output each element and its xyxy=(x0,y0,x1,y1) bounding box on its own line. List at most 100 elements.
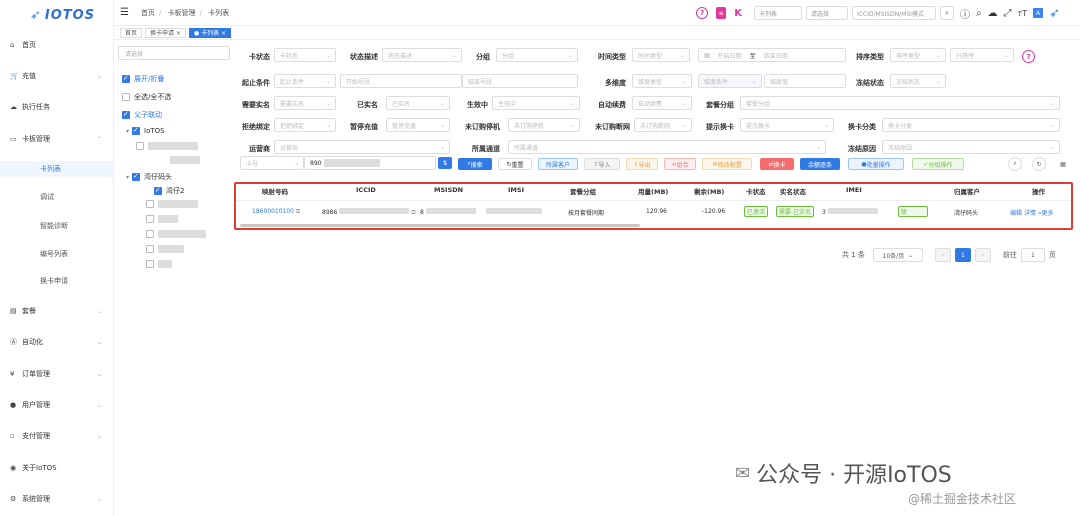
search-toggle-icon[interactable]: ⌕ xyxy=(1008,157,1022,171)
tree-node-2[interactable]: 湾仔2 xyxy=(154,186,184,196)
reset-button[interactable]: ↻ 重置 xyxy=(498,158,532,170)
col-remain[interactable]: 剩余(MB) xyxy=(694,186,724,196)
breadcrumb-item[interactable]: 卡板管理 xyxy=(168,9,196,17)
sort-button[interactable]: ⇅ xyxy=(438,157,452,169)
col-msisdn[interactable]: MSISDN xyxy=(434,186,463,194)
bind-select[interactable]: 拒绝绑定 ⌄ xyxy=(274,118,336,132)
freeze-reason-select[interactable]: 冻结原因 ⌄ xyxy=(882,140,1060,154)
col-group[interactable]: 套餐分组 xyxy=(570,186,596,196)
sort-order-select[interactable]: 升降序 ⌄ xyxy=(950,48,1014,62)
balance-button[interactable]: 余额逐条 xyxy=(800,158,840,170)
more-link[interactable]: 更多 xyxy=(1042,210,1054,217)
sidebar-sub-swap-apply[interactable]: 换卡申请 xyxy=(0,273,114,289)
start-cond-select[interactable]: 起止条件 ⌄ xyxy=(274,74,336,88)
modify-config-button[interactable]: ⚙ 修改配置 xyxy=(702,158,752,170)
prev-page-button[interactable]: ‹ xyxy=(934,248,951,262)
col-iccid[interactable]: ICCID xyxy=(356,186,376,194)
unsub-net-select[interactable]: 未订购断网 ⌄ xyxy=(634,118,692,132)
sidebar-item-payment[interactable]: ▫ 支付管理 ⌄ xyxy=(0,428,114,444)
col-imei[interactable]: IMEI xyxy=(846,186,862,194)
expand-collapse-checkbox[interactable]: 展开/折叠 xyxy=(122,74,164,84)
linkage-checkbox[interactable]: 父子联动 xyxy=(122,110,162,120)
question-icon[interactable]: ⓘ xyxy=(960,6,970,21)
tree-search-input[interactable]: 请选择 xyxy=(118,46,230,60)
select-all-checkbox[interactable]: 全选/全不选 xyxy=(122,92,171,102)
tree-node-blurred[interactable] xyxy=(146,215,178,223)
combine-button[interactable]: ⋖ 组合 xyxy=(664,158,696,170)
dim-cond-select[interactable]: 维度条件 ⌄ xyxy=(698,74,762,88)
document-icon[interactable]: ≡ xyxy=(716,7,727,19)
tree-node-blurred[interactable] xyxy=(146,245,184,253)
sidebar-item-card-mgmt[interactable]: ▭ 卡板管理 ⌃ xyxy=(0,131,114,147)
sidebar-item-package[interactable]: ▤ 套餐 ⌄ xyxy=(0,303,114,319)
refresh-icon[interactable]: ↻ xyxy=(1032,157,1046,171)
cloud-download-icon[interactable]: ☁ xyxy=(988,8,998,19)
list-select[interactable]: 卡列表 xyxy=(753,6,802,20)
realname-req-select[interactable]: 需要实名 ⌄ xyxy=(274,96,336,110)
swap-type-select[interactable]: 换卡分类 ⌄ xyxy=(882,118,1060,132)
col-used[interactable]: 用量(MB) xyxy=(638,186,668,196)
copy-icon[interactable]: ⧉ xyxy=(411,209,415,216)
sidebar-item-about[interactable]: ◉ 关于IoTOS xyxy=(0,460,114,476)
search-icon[interactable]: ⌕ xyxy=(976,8,982,19)
sidebar-item-orders[interactable]: ¥ 订单管理 ⌄ xyxy=(0,366,114,382)
group-op-button[interactable]: ✓ 分组操作 xyxy=(912,158,964,170)
dim-value-input[interactable]: 维度值 xyxy=(764,74,846,88)
sidebar-sub-card-list[interactable]: 卡列表 xyxy=(0,161,114,177)
horizontal-scrollbar[interactable] xyxy=(240,224,640,227)
dim-type-select[interactable]: 维度类型 ⌄ xyxy=(632,74,692,88)
auto-renew-select[interactable]: 自动续费 ⌄ xyxy=(632,96,692,110)
cell-map-no[interactable]: 18600010100 ⧉ xyxy=(252,208,300,216)
active-select[interactable]: 生效中 ⌄ xyxy=(492,96,580,110)
tag-home[interactable]: 首页 xyxy=(120,27,143,38)
unsub-machine-select[interactable]: 未订购停机 ⌄ xyxy=(508,118,580,132)
pkg-group-select[interactable]: 套餐分组 ⌄ xyxy=(740,96,1060,110)
goto-input[interactable]: 1 xyxy=(1020,248,1045,262)
tag-swap-apply[interactable]: 换卡申请 × xyxy=(145,27,186,38)
time-type-select[interactable]: 时间类型 ⌄ xyxy=(632,48,690,62)
operator-select[interactable]: 运营商 ⌄ xyxy=(274,140,450,154)
card-type-select[interactable]: 卡号 ⌄ xyxy=(240,156,304,170)
search-button[interactable]: ⌕ xyxy=(939,6,954,20)
col-map-no[interactable]: 映射号码 xyxy=(262,186,288,196)
grid-icon[interactable]: ▦ xyxy=(1056,157,1070,171)
tree-node-blurred[interactable] xyxy=(146,200,198,208)
col-imsi[interactable]: IMSI xyxy=(508,186,524,194)
tree-node-1[interactable]: ▾ 湾仔码头 xyxy=(126,172,172,182)
language-icon[interactable]: A xyxy=(1033,8,1044,18)
card-number-input[interactable]: 890 xyxy=(304,156,436,170)
customer-button[interactable]: 所属客户 xyxy=(538,158,578,170)
sort-type-select[interactable]: 排序类型 ⌄ xyxy=(890,48,946,62)
col-realname[interactable]: 实名状态 xyxy=(780,186,806,196)
status-desc-select[interactable]: 状态描述 ⌄ xyxy=(382,48,462,62)
menu-toggle-icon[interactable]: ☰ xyxy=(120,7,129,18)
swap-card-button[interactable]: ⇄ 换卡 xyxy=(760,158,794,170)
edit-link[interactable]: 编辑 xyxy=(1010,210,1022,217)
realname-done-select[interactable]: 已实名 ⌄ xyxy=(386,96,450,110)
card-status-select[interactable]: 卡状态 ⌄ xyxy=(274,48,336,62)
help-icon[interactable]: ? xyxy=(696,7,709,19)
tree-node-blurred[interactable] xyxy=(170,156,200,164)
fullscreen-icon[interactable]: ⤢ xyxy=(1004,8,1012,19)
batch-op-button[interactable]: ● 批量操作 xyxy=(848,158,904,170)
end-number-input[interactable]: 结束号段 xyxy=(462,74,578,88)
font-size-icon[interactable]: тT xyxy=(1018,9,1028,18)
tree-node-blurred[interactable] xyxy=(146,230,206,238)
export-button[interactable]: ⇩ 导出 xyxy=(626,158,658,170)
next-page-button[interactable]: › xyxy=(974,248,991,262)
tree-node-blurred[interactable] xyxy=(136,142,198,150)
prompt-swap-select[interactable]: 提示换卡 ⌄ xyxy=(740,118,834,132)
page-1-button[interactable]: 1 xyxy=(954,248,971,262)
help-icon[interactable]: ? xyxy=(1022,50,1035,63)
col-customer[interactable]: 归属客户 xyxy=(954,186,980,196)
k-logo-icon[interactable]: K xyxy=(734,8,742,19)
type-select[interactable]: 请选择 xyxy=(805,6,848,20)
import-button[interactable]: ⇪ 导入 xyxy=(584,158,620,170)
sidebar-sub-diagnose[interactable]: 智能诊断 xyxy=(0,218,114,234)
tree-node-root[interactable]: ▾ IoTOS xyxy=(126,126,165,135)
col-status[interactable]: 卡状态 xyxy=(746,186,766,196)
tag-card-list[interactable]: ● 卡列表 × xyxy=(188,27,232,38)
sidebar-item-tasks[interactable]: ☁ 执行任务 xyxy=(0,99,114,115)
pause-select[interactable]: 暂停充值 ⌄ xyxy=(386,118,450,132)
sidebar-item-system[interactable]: ⚙ 系统管理 ⌄ xyxy=(0,491,114,507)
